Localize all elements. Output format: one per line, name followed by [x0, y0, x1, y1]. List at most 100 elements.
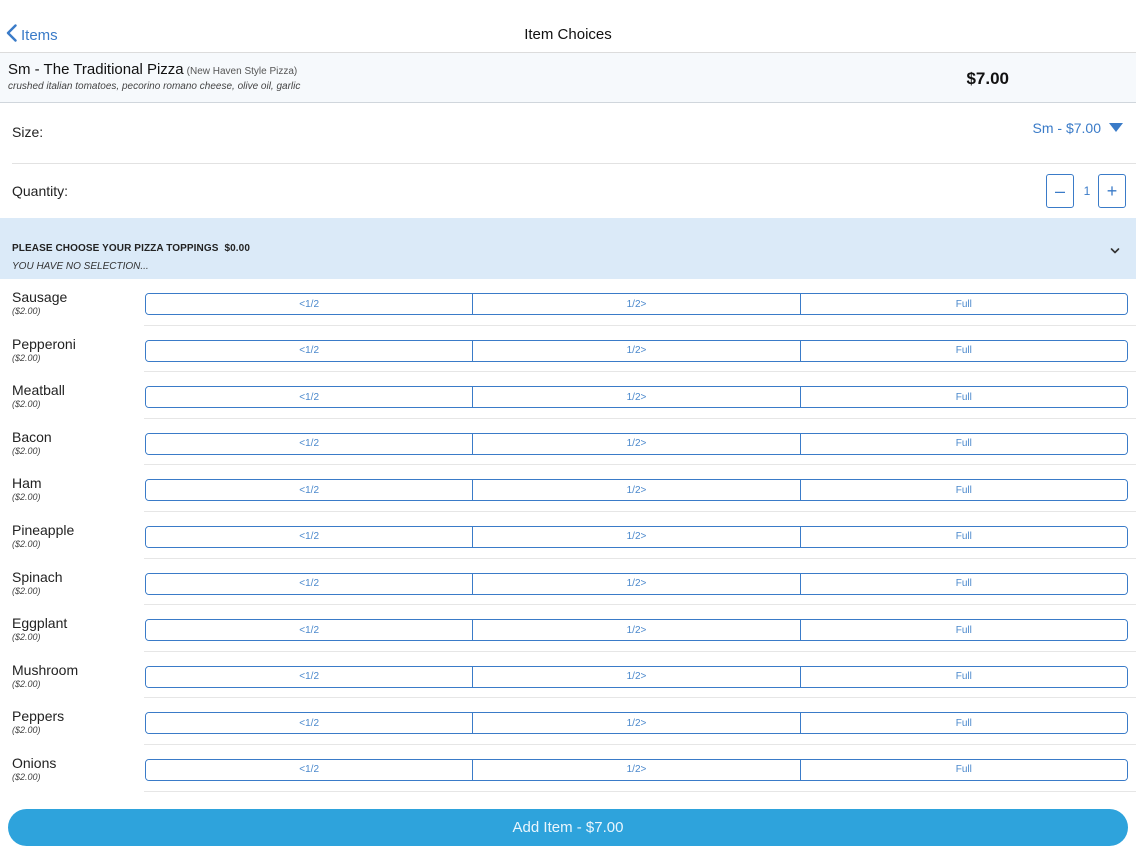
nav-bar: Items Item Choices — [0, 0, 1136, 53]
topping-price: ($2.00) — [12, 352, 41, 363]
topping-right-half-option[interactable]: 1/2> — [472, 713, 800, 734]
quantity-label: Quantity: — [12, 183, 69, 199]
topping-left-half-option[interactable]: <1/2 — [146, 713, 473, 734]
topping-full-option[interactable]: Full — [799, 387, 1127, 408]
topping-name: Bacon — [12, 428, 52, 445]
topping-full-option[interactable]: Full — [799, 433, 1127, 454]
topping-name: Pineapple — [12, 521, 75, 538]
topping-portion-segmented-control: <1/2 1/2> Full — [145, 293, 1128, 315]
topping-left-half-option[interactable]: <1/2 — [146, 573, 473, 594]
topping-price: ($2.00) — [12, 585, 41, 596]
topping-portion-segmented-control: <1/2 1/2> Full — [145, 479, 1128, 502]
toppings-group-price: $0.00 — [224, 243, 251, 254]
add-item-button[interactable]: Add Item - $7.00 — [8, 809, 1128, 846]
topping-left-half-option[interactable]: <1/2 — [146, 480, 473, 501]
item-description: crushed italian tomatoes, pecorino roman… — [8, 81, 301, 92]
topping-full-option[interactable]: Full — [799, 573, 1127, 594]
topping-name: Onions — [12, 754, 57, 771]
topping-portion-segmented-control: <1/2 1/2> Full — [145, 386, 1128, 409]
topping-portion-segmented-control: <1/2 1/2> Full — [145, 339, 1128, 362]
topping-portion-segmented-control: <1/2 1/2> Full — [145, 572, 1128, 595]
topping-right-half-option[interactable]: 1/2> — [472, 387, 800, 408]
toppings-group-title: PLEASE CHOOSE YOUR PIZZA TOPPINGS — [12, 243, 219, 254]
caret-down-icon — [1109, 122, 1123, 132]
topping-row: Sausage ($2.00) <1/2 1/2> Full — [0, 279, 1136, 326]
topping-name: Meatball — [12, 382, 65, 399]
topping-row: Pineapple ($2.00) <1/2 1/2> Full — [0, 512, 1136, 559]
topping-portion-segmented-control: <1/2 1/2> Full — [145, 758, 1128, 781]
topping-left-half-option[interactable]: <1/2 — [146, 340, 473, 361]
topping-left-half-option[interactable]: <1/2 — [146, 294, 473, 314]
page-title: Item Choices — [524, 26, 612, 43]
topping-name: Eggplant — [12, 615, 68, 632]
item-style: (New Haven Style Pizza) — [186, 66, 298, 77]
topping-left-half-option[interactable]: <1/2 — [146, 666, 473, 687]
topping-price: ($2.00) — [12, 538, 41, 549]
item-name-line: Sm - The Traditional Pizza (New Haven Sty… — [8, 61, 297, 78]
size-selected-value: Sm - $7.00 — [1032, 120, 1101, 136]
topping-left-half-option[interactable]: <1/2 — [146, 526, 473, 547]
topping-name: Sausage — [12, 289, 68, 305]
item-header: Sm - The Traditional Pizza (New Haven Sty… — [0, 53, 1136, 103]
topping-right-half-option[interactable]: 1/2> — [472, 526, 800, 547]
topping-right-half-option[interactable]: 1/2> — [472, 294, 800, 314]
toppings-selection-status: YOU HAVE NO SELECTION... — [12, 261, 149, 272]
topping-portion-segmented-control: <1/2 1/2> Full — [145, 432, 1128, 455]
topping-portion-segmented-control: <1/2 1/2> Full — [145, 525, 1128, 548]
topping-full-option[interactable]: Full — [799, 340, 1127, 361]
topping-price: ($2.00) — [12, 399, 41, 410]
topping-price: ($2.00) — [12, 445, 41, 456]
topping-name: Mushroom — [12, 661, 79, 678]
footer-bar: Add Item - $7.00 — [0, 800, 1136, 852]
topping-row: Peppers ($2.00) <1/2 1/2> Full — [0, 698, 1136, 745]
topping-price: ($2.00) — [12, 678, 41, 689]
topping-left-half-option[interactable]: <1/2 — [146, 433, 473, 454]
topping-price: ($2.00) — [12, 492, 41, 503]
size-label: Size: — [12, 124, 44, 140]
topping-row: Ham ($2.00) <1/2 1/2> Full — [0, 465, 1136, 512]
quantity-increment-button[interactable]: + — [1098, 174, 1126, 208]
topping-right-half-option[interactable]: 1/2> — [472, 480, 800, 501]
topping-right-half-option[interactable]: 1/2> — [472, 759, 800, 780]
quantity-value: 1 — [1083, 184, 1091, 198]
item-name: Sm - The Traditional Pizza — [8, 61, 184, 78]
topping-row: Eggplant ($2.00) <1/2 1/2> Full — [0, 605, 1136, 652]
topping-right-half-option[interactable]: 1/2> — [472, 573, 800, 594]
topping-row: Spinach ($2.00) <1/2 1/2> Full — [0, 559, 1136, 606]
topping-full-option[interactable]: Full — [799, 294, 1127, 314]
topping-portion-segmented-control: <1/2 1/2> Full — [145, 712, 1128, 735]
topping-full-option[interactable]: Full — [799, 759, 1127, 780]
size-select[interactable]: Sm - $7.00 — [1033, 120, 1123, 136]
topping-price: ($2.00) — [12, 725, 41, 736]
topping-price: ($2.00) — [12, 632, 41, 643]
toppings-group-header[interactable]: PLEASE CHOOSE YOUR PIZZA TOPPINGS $0.00 Y… — [0, 218, 1136, 279]
topping-row: Meatball ($2.00) <1/2 1/2> Full — [0, 372, 1136, 419]
topping-right-half-option[interactable]: 1/2> — [472, 666, 800, 687]
topping-portion-segmented-control: <1/2 1/2> Full — [145, 619, 1128, 642]
topping-left-half-option[interactable]: <1/2 — [146, 759, 473, 780]
topping-row: Bacon ($2.00) <1/2 1/2> Full — [0, 419, 1136, 466]
toppings-group-title-line: PLEASE CHOOSE YOUR PIZZA TOPPINGS $0.00 — [12, 243, 250, 254]
topping-full-option[interactable]: Full — [799, 666, 1127, 687]
topping-left-half-option[interactable]: <1/2 — [146, 620, 473, 641]
topping-right-half-option[interactable]: 1/2> — [472, 340, 800, 361]
topping-row: Onions ($2.00) <1/2 1/2> Full — [0, 745, 1136, 792]
quantity-decrement-button[interactable]: – — [1046, 174, 1074, 208]
topping-full-option[interactable]: Full — [799, 713, 1127, 734]
topping-price: ($2.00) — [12, 771, 41, 782]
topping-name: Pepperoni — [12, 335, 76, 352]
topping-name: Ham — [12, 475, 42, 492]
topping-full-option[interactable]: Full — [799, 526, 1127, 547]
toppings-list: Sausage ($2.00) <1/2 1/2> Full Pepperoni ($2.0… — [0, 279, 1136, 792]
topping-full-option[interactable]: Full — [799, 480, 1127, 501]
item-price: $7.00 — [966, 69, 1009, 88]
topping-portion-segmented-control: <1/2 1/2> Full — [145, 665, 1128, 688]
topping-left-half-option[interactable]: <1/2 — [146, 387, 473, 408]
topping-row: Mushroom ($2.00) <1/2 1/2> Full — [0, 652, 1136, 699]
chevron-down-icon[interactable] — [1110, 242, 1120, 260]
topping-row: Pepperoni ($2.00) <1/2 1/2> Full — [0, 326, 1136, 373]
topping-right-half-option[interactable]: 1/2> — [472, 620, 800, 641]
topping-right-half-option[interactable]: 1/2> — [472, 433, 800, 454]
topping-full-option[interactable]: Full — [799, 620, 1127, 641]
topping-name: Peppers — [12, 708, 65, 725]
